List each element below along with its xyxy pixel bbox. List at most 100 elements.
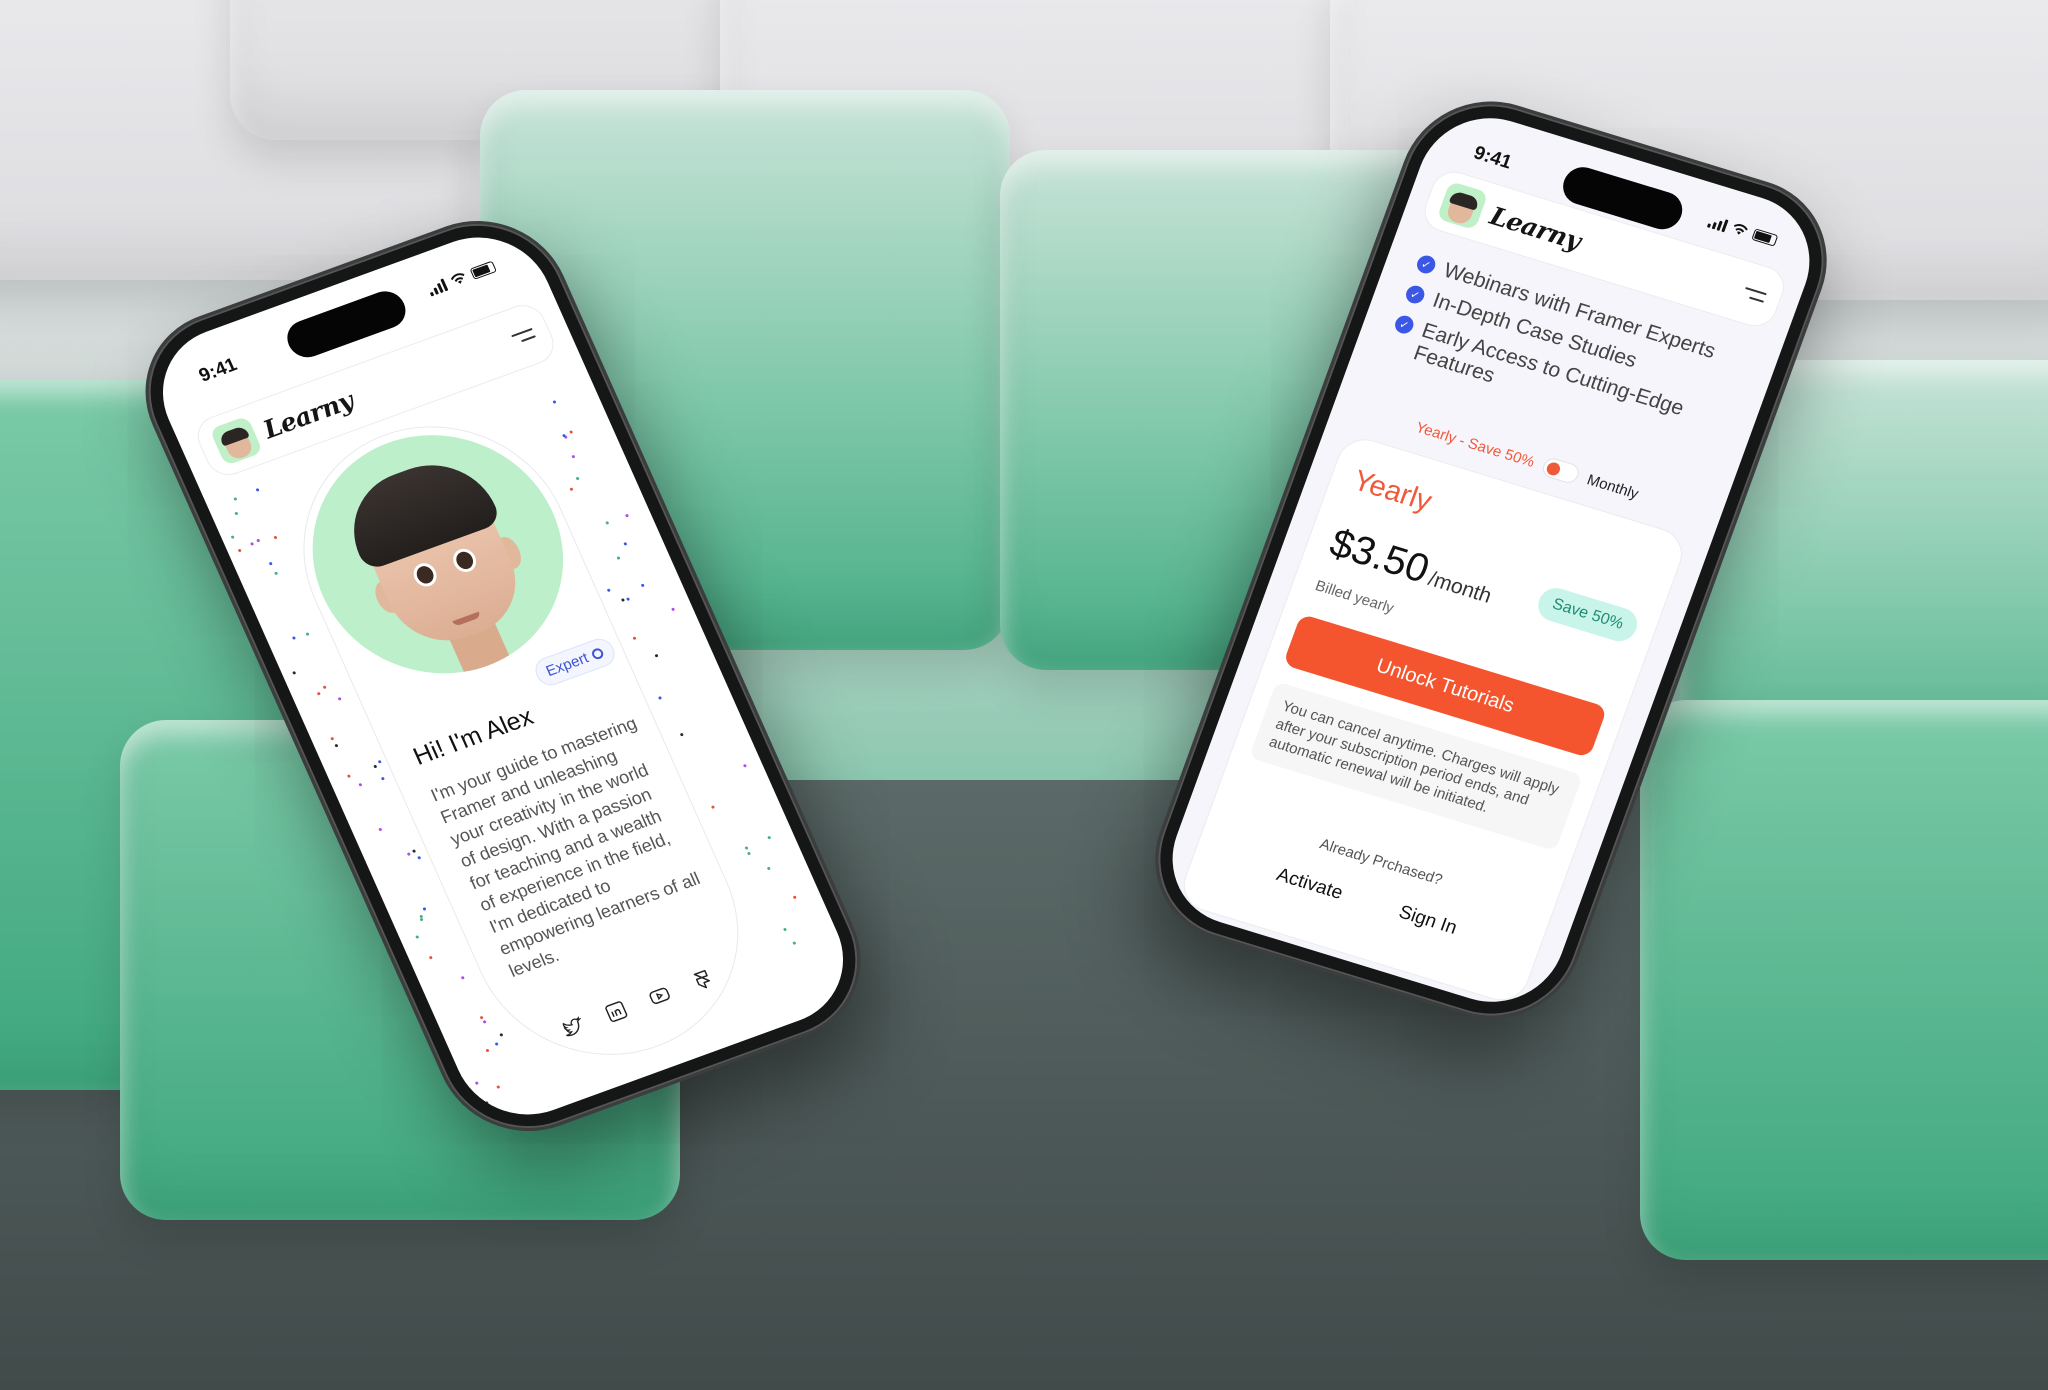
linkedin-icon[interactable] [600,997,632,1027]
confetti-dot [623,542,628,546]
check-icon: ✓ [1414,253,1438,276]
twitter-icon[interactable] [557,1012,589,1042]
confetti-dot [711,805,716,810]
confetti-dot [485,1101,490,1106]
save-badge: Save 50% [1533,583,1642,646]
confetti-dot [357,782,362,787]
plan-name: Yearly [1348,464,1436,518]
confetti-dot [679,732,684,737]
battery-icon [469,260,497,280]
confetti-dot [380,776,385,781]
confetti-dot [605,521,610,526]
signal-icon [1706,214,1729,233]
confetti-dot [406,852,411,857]
wifi-icon [450,273,465,284]
confetti-dot [234,511,239,516]
confetti-dot [482,1019,487,1024]
confetti-dot [607,588,612,593]
confetti-dot [273,536,278,540]
monthly-toggle-label[interactable]: Monthly [1585,471,1641,502]
price-amount: $3.50 [1324,520,1436,592]
brand-logo[interactable]: Learny [1486,201,1585,255]
confetti-dot [499,1033,504,1038]
confetti-dot [316,692,321,696]
confetti-dot [268,561,273,565]
confetti-dot [640,583,645,588]
confetti-dot [330,736,335,741]
confetti-dot [654,653,659,658]
confetti-dot [575,476,580,481]
confetti-dot [568,487,573,492]
signal-icon [426,278,449,297]
hamburger-menu-icon[interactable] [511,327,536,345]
confetti-dot [474,1080,479,1085]
confetti-dot [658,695,663,700]
confetti-dot [494,1042,499,1047]
check-icon: ✓ [1403,283,1427,306]
award-icon [590,646,606,661]
confetti-dot [422,907,427,911]
activate-link[interactable]: Activate [1273,864,1346,904]
confetti-dot [337,696,342,701]
confetti-dot [417,856,422,861]
confetti-dot [571,454,576,459]
confetti-dot [256,539,261,543]
confetti-dot [232,496,237,501]
logo-avatar[interactable] [209,415,264,466]
expert-badge: Expert [530,634,620,690]
status-time: 9:41 [195,354,241,387]
hamburger-menu-icon[interactable] [1742,287,1767,303]
confetti-dot [792,941,797,946]
confetti-dot [561,433,566,438]
billing-period: Billed yearly [1312,577,1397,617]
brand-logo[interactable]: Learny [259,386,358,444]
confetti-dot [249,542,254,546]
confetti-dot [744,846,749,851]
confetti-dot [378,827,383,832]
confetti-dot [766,866,771,871]
confetti-dot [418,914,423,919]
confetti-dot [237,548,242,553]
framer-icon[interactable] [687,965,719,995]
expert-badge-label: Expert [543,649,592,680]
confetti-dot [496,1084,501,1089]
confetti-dot [767,835,772,840]
youtube-icon[interactable] [643,981,675,1011]
confetti-dot [419,918,424,922]
sign-in-link[interactable]: Sign In [1396,902,1460,940]
confetti-dot [230,535,235,540]
confetti-dot [460,976,465,981]
confetti-dot [334,744,339,748]
confetti-dot [378,759,383,764]
status-icons [1706,214,1779,248]
battery-icon [1751,228,1779,247]
confetti-dot [624,514,629,518]
confetti-dot [291,635,296,640]
bg-block [1640,700,2048,1260]
wifi-icon [1733,224,1748,235]
confetti-dot [552,399,557,404]
confetti-dot [620,598,625,602]
price-unit: /month [1425,567,1495,608]
logo-avatar[interactable] [1436,180,1489,231]
check-icon: ✓ [1392,313,1416,336]
confetti-dot [563,434,568,439]
confetti-dot [305,632,310,637]
confetti-dot [485,1048,490,1053]
confetti-dot [428,956,433,960]
confetti-dot [616,556,621,561]
confetti-dot [747,851,752,856]
confetti-dot [373,765,378,769]
confetti-dot [792,895,797,900]
confetti-dot [632,636,637,641]
status-icons [426,260,498,297]
confetti-dot [479,1015,484,1020]
confetti-dot [322,685,327,690]
confetti-dot [626,596,631,601]
confetti-dot [783,927,788,932]
confetti-dot [274,571,279,575]
status-time: 9:41 [1470,142,1515,174]
confetti-dot [292,671,297,675]
billing-toggle[interactable] [1540,456,1582,486]
confetti-dot [347,774,352,779]
